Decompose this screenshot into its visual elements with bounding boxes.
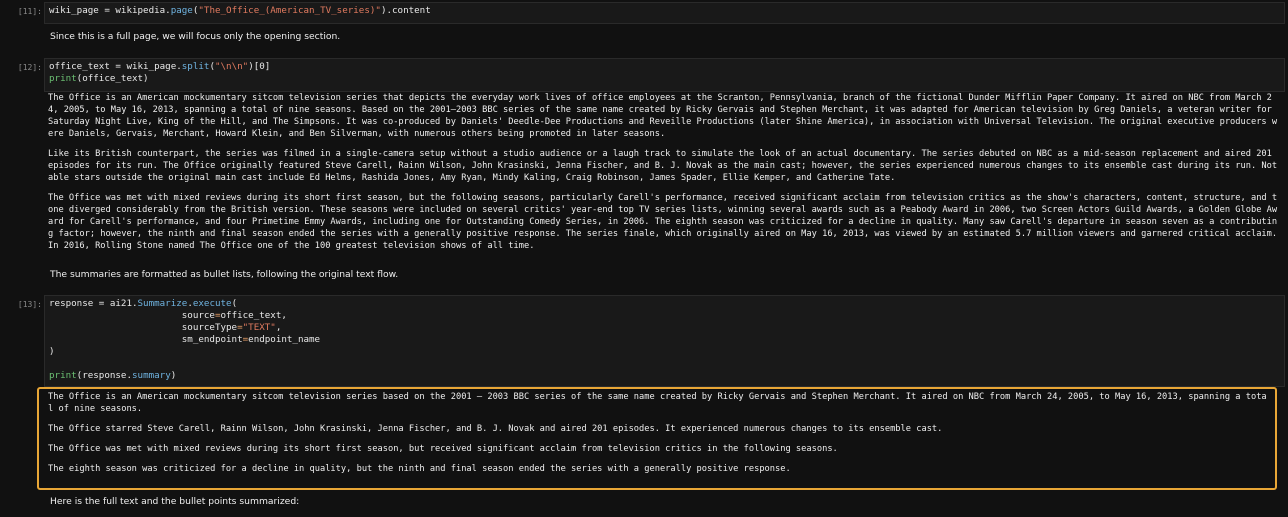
code-token: "The_Office_(American_TV_series)" bbox=[198, 5, 381, 16]
markdown-text: Since this is a full page, we will focus… bbox=[50, 31, 341, 42]
output-paragraph: The Office is an American mockumentary s… bbox=[48, 93, 1278, 139]
output-paragraph: The Office was met with mixed reviews du… bbox=[48, 193, 1283, 251]
output-paragraph: Like its British counterpart, the series… bbox=[48, 149, 1278, 183]
cell-prompt: [13]: bbox=[17, 300, 42, 309]
code-token: Summarize bbox=[137, 298, 188, 309]
cell-output: The Office is an American mockumentary s… bbox=[48, 92, 1278, 252]
summary-bullet: The Office starred Steve Carell, Rainn W… bbox=[48, 424, 943, 434]
markdown-text: The summaries are formatted as bullet li… bbox=[50, 269, 399, 280]
cell-prompt: [11]: bbox=[17, 7, 42, 16]
code-token: ( bbox=[231, 298, 238, 309]
summary-bullet: The Office was met with mixed reviews du… bbox=[48, 444, 838, 454]
code-token: "TEXT" bbox=[242, 322, 276, 333]
code-token: endpoint_name bbox=[248, 334, 321, 345]
code-token: )[0] bbox=[248, 61, 271, 72]
code-token: source bbox=[49, 310, 215, 321]
code-token: print bbox=[49, 370, 77, 381]
code-token: office_text = wiki_page. bbox=[49, 61, 182, 72]
code-token: sourceType bbox=[49, 322, 238, 333]
code-token: office_text, bbox=[220, 310, 287, 321]
markdown-text: Here is the full text and the bullet poi… bbox=[50, 496, 300, 507]
code-token: ) bbox=[49, 346, 55, 357]
code-token: (response. bbox=[76, 370, 132, 381]
code-token: page bbox=[170, 5, 193, 16]
code-editor[interactable]: wiki_page = wikipedia.page("The_Office_(… bbox=[44, 2, 1285, 24]
summary-output: The Office is an American mockumentary s… bbox=[48, 391, 1268, 475]
code-token: ).content bbox=[380, 5, 431, 16]
code-token: print bbox=[49, 73, 77, 84]
code-token: "\n\n" bbox=[214, 61, 249, 72]
summary-bullet: The Office is an American mockumentary s… bbox=[48, 392, 1267, 414]
code-token: ) bbox=[170, 370, 177, 381]
code-token: response = ai21. bbox=[49, 298, 138, 309]
code-token: sm_endpoint bbox=[49, 334, 243, 345]
code-token: summary bbox=[132, 370, 171, 381]
cell-prompt: [12]: bbox=[17, 63, 42, 72]
summary-bullet: The eighth season was criticized for a d… bbox=[48, 464, 791, 474]
code-token: split bbox=[181, 61, 210, 72]
code-token: , bbox=[275, 322, 282, 333]
code-editor[interactable]: response = ai21.Summarize.execute( sourc… bbox=[44, 295, 1285, 387]
code-token: execute bbox=[192, 298, 232, 309]
code-token: wiki_page = wikipedia. bbox=[49, 5, 171, 16]
code-token: (office_text) bbox=[76, 73, 149, 84]
code-editor[interactable]: office_text = wiki_page.split("\n\n")[0]… bbox=[44, 58, 1285, 92]
